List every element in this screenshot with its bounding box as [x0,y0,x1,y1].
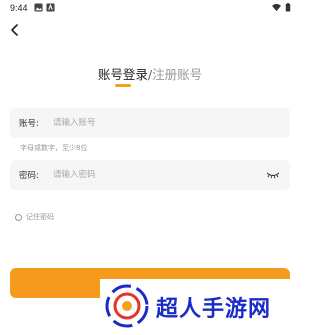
tab-register[interactable]: 注册账号 [152,67,202,82]
status-time: 9:44 [10,3,28,13]
site-watermark: 超人手游网 [100,279,300,335]
password-field: 密码: [10,160,290,190]
image-notification-icon [34,3,43,12]
login-register-tabs: 账号登录/注册账号 [0,64,300,83]
remember-password-toggle[interactable]: 记住密码 [15,212,54,222]
watermark-logo-icon [105,284,149,328]
remember-label: 记住密码 [26,213,54,221]
password-input[interactable] [53,165,253,185]
active-tab-indicator [115,84,131,87]
status-bar: 9:44 [0,0,300,16]
back-button[interactable] [6,20,22,40]
chevron-left-icon [11,24,18,36]
tab-account-login[interactable]: 账号登录 [98,67,148,82]
remember-radio[interactable] [15,213,22,221]
battery-icon [285,3,291,12]
watermark-text: 超人手游网 [156,297,272,322]
wifi-icon [272,3,281,12]
account-label: 账号: [19,119,39,129]
account-field: 账号: [10,108,290,138]
password-label: 密码: [19,171,39,181]
account-hint: 字母或数字，至少8位 [20,144,88,152]
eye-closed-icon[interactable] [266,171,280,179]
account-input[interactable] [53,113,253,133]
app-notification-icon [46,3,55,12]
